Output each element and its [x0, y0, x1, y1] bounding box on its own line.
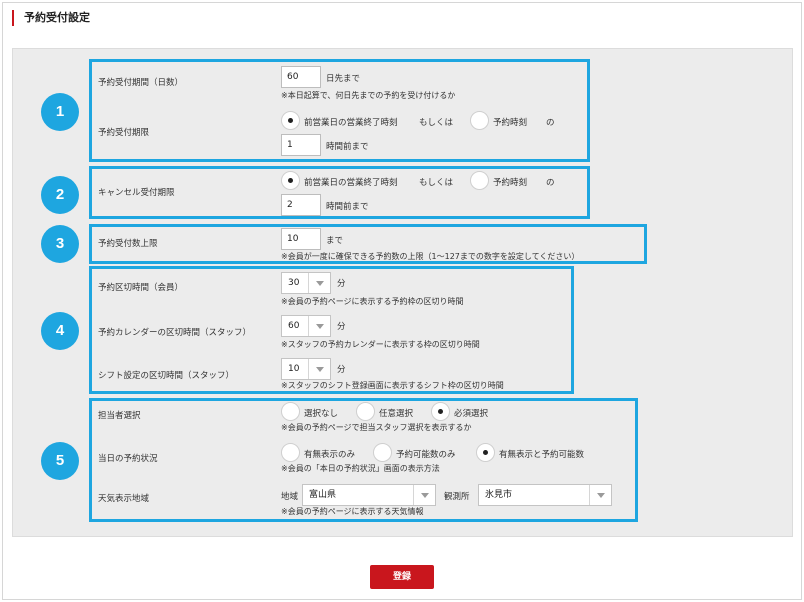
reservation-period-note: ※本日起算で、何日先までの予約を受け付けるか: [281, 91, 456, 100]
status-presence-radio[interactable]: [281, 443, 300, 462]
shift-slot-label: シフト設定の区切時間（スタッフ）: [98, 371, 235, 381]
status-count-radio[interactable]: [373, 443, 392, 462]
cancel-hours-suffix: 時間前まで: [326, 202, 369, 212]
calendar-slot-unit: 分: [337, 322, 346, 332]
reservation-limit-suffix: まで: [326, 236, 344, 246]
status-both-radio[interactable]: [476, 443, 495, 462]
deadline-time-label: 予約時刻: [493, 118, 528, 128]
staff-required-label: 必須選択: [454, 409, 489, 419]
station-select[interactable]: 氷見市: [478, 484, 612, 506]
station-value: 氷見市: [485, 490, 513, 500]
chevron-down-icon: [308, 316, 330, 336]
cancel-no-text: の: [546, 178, 555, 188]
section-number-1: 1: [41, 93, 79, 131]
staff-optional-radio[interactable]: [356, 402, 375, 421]
cancel-close-label: 前営業日の営業終了時刻: [304, 178, 398, 188]
staff-none-radio[interactable]: [281, 402, 300, 421]
shift-slot-note: ※スタッフのシフト登録画面に表示するシフト枠の区切り時間: [281, 381, 504, 390]
member-slot-value: 30: [288, 278, 300, 288]
deadline-close-label: 前営業日の営業終了時刻: [304, 118, 398, 128]
region-value: 富山県: [309, 490, 337, 500]
chevron-down-icon: [308, 273, 330, 293]
today-status-label: 当日の予約状況: [98, 454, 158, 464]
section-number-3: 3: [41, 225, 79, 263]
chevron-down-icon: [413, 485, 435, 505]
staff-none-label: 選択なし: [304, 409, 339, 419]
member-slot-label: 予約区切時間（会員）: [98, 283, 184, 293]
region-select[interactable]: 富山県: [302, 484, 436, 506]
weather-region-label: 天気表示地域: [98, 494, 150, 504]
status-presence-label: 有無表示のみ: [304, 450, 356, 460]
cancel-close-radio[interactable]: [281, 171, 300, 190]
member-slot-select[interactable]: 30: [281, 272, 331, 294]
calendar-slot-note: ※スタッフの予約カレンダーに表示する枠の区切り時間: [281, 340, 480, 349]
shift-slot-value: 10: [288, 364, 300, 374]
reservation-period-suffix: 日先まで: [326, 74, 361, 84]
submit-button[interactable]: 登録: [370, 565, 434, 589]
member-slot-note: ※会員の予約ページに表示する予約枠の区切り時間: [281, 297, 464, 306]
deadline-no-text: の: [546, 118, 555, 128]
section-number-2: 2: [41, 176, 79, 214]
reservation-limit-label: 予約受付数上限: [98, 239, 158, 249]
deadline-or-text: もしくは: [419, 118, 454, 128]
reservation-period-label: 予約受付期間（日数）: [98, 78, 184, 88]
staff-select-note: ※会員の予約ページで担当スタッフ選択を表示するか: [281, 423, 472, 432]
region-label: 地域: [281, 492, 299, 502]
chevron-down-icon: [308, 359, 330, 379]
staff-required-radio[interactable]: [431, 402, 450, 421]
cancel-time-label: 予約時刻: [493, 178, 528, 188]
cancel-deadline-label: キャンセル受付期限: [98, 188, 175, 198]
staff-optional-label: 任意選択: [379, 409, 414, 419]
status-both-label: 有無表示と予約可能数: [499, 450, 585, 460]
today-status-note: ※会員の「本日の予約状況」画面の表示方法: [281, 464, 440, 473]
station-label: 観測所: [444, 492, 470, 502]
deadline-hours-suffix: 時間前まで: [326, 142, 369, 152]
shift-slot-select[interactable]: 10: [281, 358, 331, 380]
chevron-down-icon: [589, 485, 611, 505]
calendar-slot-value: 60: [288, 321, 300, 331]
deadline-hours-input[interactable]: 1: [281, 134, 321, 156]
reservation-deadline-label: 予約受付期限: [98, 128, 150, 138]
cancel-hours-input[interactable]: 2: [281, 194, 321, 216]
weather-note: ※会員の予約ページに表示する天気情報: [281, 507, 424, 516]
deadline-close-radio[interactable]: [281, 111, 300, 130]
shift-slot-unit: 分: [337, 365, 346, 375]
section-number-4: 4: [41, 312, 79, 350]
staff-select-label: 担当者選択: [98, 411, 141, 421]
status-count-label: 予約可能数のみ: [396, 450, 456, 460]
reservation-period-input[interactable]: 60: [281, 66, 321, 88]
calendar-slot-label: 予約カレンダーの区切時間（スタッフ）: [98, 328, 252, 338]
reservation-limit-input[interactable]: 10: [281, 228, 321, 250]
page-title: 予約受付設定: [12, 10, 90, 26]
cancel-or-text: もしくは: [419, 178, 454, 188]
member-slot-unit: 分: [337, 279, 346, 289]
section-number-5: 5: [41, 442, 79, 480]
calendar-slot-select[interactable]: 60: [281, 315, 331, 337]
deadline-time-radio[interactable]: [470, 111, 489, 130]
cancel-time-radio[interactable]: [470, 171, 489, 190]
reservation-limit-note: ※会員が一度に確保できる予約数の上限（1〜127までの数字を設定してください）: [281, 252, 580, 261]
